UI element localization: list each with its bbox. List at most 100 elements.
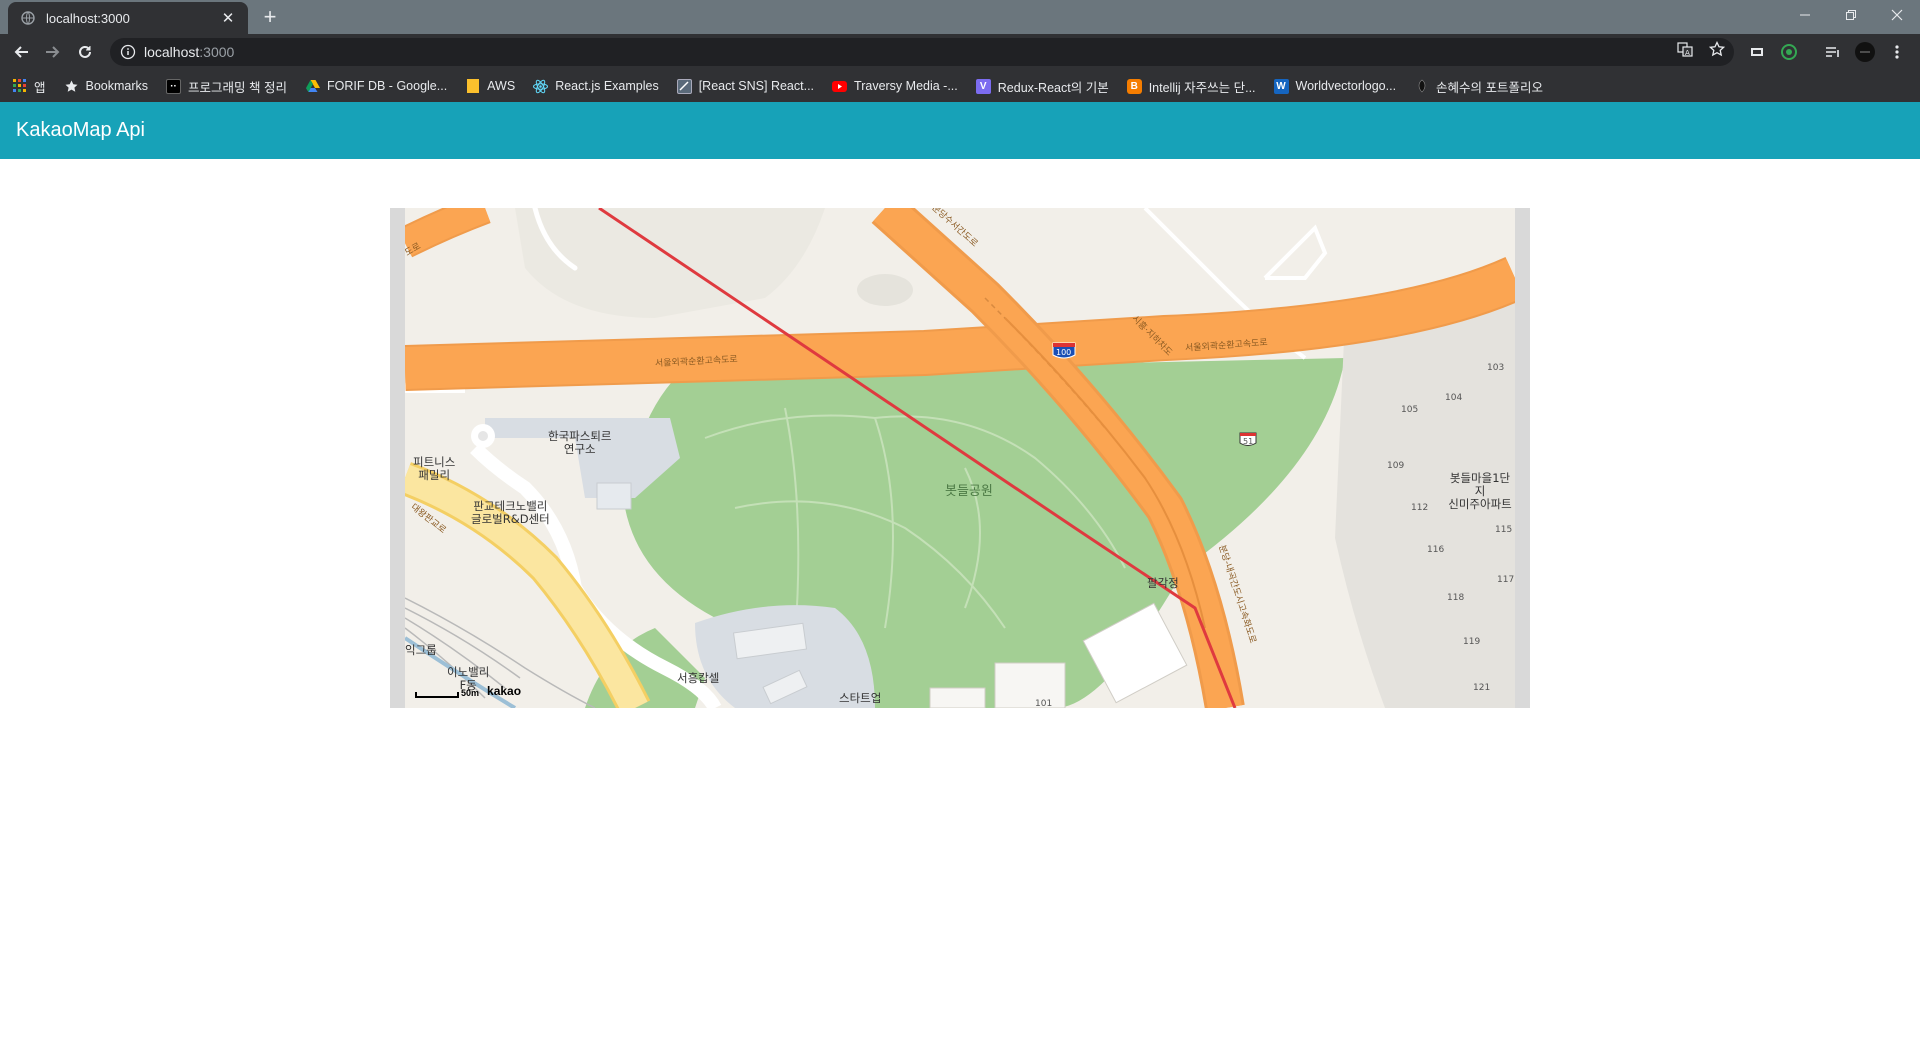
restore-icon[interactable]	[1828, 0, 1874, 30]
place-label-apartment[interactable]: 봇들마을1단지 신미주아파트	[1445, 472, 1515, 511]
bookmark-label: 손혜수의 포트폴리오	[1436, 80, 1544, 95]
bookmark-label: Worldvectorlogo...	[1295, 79, 1397, 93]
bookmark-apps[interactable]: 앱	[12, 77, 46, 96]
bookmark-react-examples[interactable]: React.js Examples	[533, 79, 659, 94]
place-label-pavilion[interactable]: 팔각정	[1147, 577, 1179, 590]
extension-green-icon[interactable]	[1778, 41, 1800, 63]
building-number: 117	[1497, 575, 1515, 585]
browser-toolbar: localhost :3000 A	[0, 34, 1920, 70]
bookmarks-bar: 앱 Bookmarks ·· 프로그래밍 책 정리 FORIF DB - Goo…	[0, 70, 1920, 102]
bookmark-label: 앱	[34, 80, 46, 95]
tab-title: localhost:3000	[46, 10, 130, 26]
bookmark-label: 프로그래밍 책 정리	[188, 80, 287, 95]
bookmark-label: AWS	[487, 79, 516, 93]
bookmark-bookmarks[interactable]: Bookmarks	[64, 79, 149, 94]
place-label-seoheung[interactable]: 서흥캅셀	[677, 672, 719, 685]
place-label-techno-valley[interactable]: 판교테크노밸리 글로벌R&D센터	[471, 500, 550, 526]
scale-distance: 50m	[461, 688, 480, 698]
scale-bar	[415, 692, 459, 698]
cast-icon[interactable]	[1746, 41, 1768, 63]
bookmark-label: React.js Examples	[555, 79, 659, 93]
bookmark-traversy[interactable]: Traversy Media -...	[832, 79, 958, 94]
map-container: 도로 서울외곽순환고속도로 서울외곽순환고속도로 시흥·지하차도 분당수서간도로…	[390, 208, 1530, 708]
notion-icon: ··	[166, 78, 182, 94]
velog-icon: V	[975, 78, 991, 94]
building-number: 116	[1427, 545, 1445, 555]
building-number: 105	[1401, 405, 1419, 415]
star-bookmark-icon[interactable]	[1708, 40, 1726, 58]
shield-number: 100	[1056, 348, 1072, 357]
navbar-brand[interactable]: KakaoMap Api	[16, 119, 145, 142]
kakao-logo[interactable]: kakao	[487, 684, 521, 698]
place-label-fitness[interactable]: 피트니스 패밀리	[413, 456, 455, 482]
bookmark-label: FORIF DB - Google...	[327, 79, 448, 93]
building	[596, 482, 632, 510]
bookmark-notion[interactable]: ·· 프로그래밍 책 정리	[166, 77, 287, 96]
translate-icon[interactable]: A	[1676, 40, 1694, 58]
roundabout-center	[478, 431, 488, 441]
google-drive-icon	[305, 79, 320, 94]
close-tab-icon[interactable]: ✕	[220, 10, 236, 27]
back-arrow-icon[interactable]	[8, 39, 34, 65]
place-label-park[interactable]: 봇들공원	[945, 485, 993, 498]
forward-arrow-icon[interactable]	[40, 39, 66, 65]
globe-icon	[20, 10, 36, 26]
apps-grid-icon	[12, 79, 27, 94]
building-number: 109	[1387, 461, 1405, 471]
bookmark-label: Bookmarks	[85, 79, 149, 93]
building-number: 112	[1411, 503, 1429, 513]
building	[929, 687, 986, 708]
react-icon	[533, 79, 549, 94]
w-logo-icon: W	[1273, 78, 1289, 94]
kebab-menu-icon[interactable]	[1886, 41, 1908, 63]
app-navbar: KakaoMap Api	[0, 102, 1920, 159]
info-icon[interactable]	[120, 44, 136, 60]
youtube-icon	[832, 79, 848, 94]
building-number: 103	[1487, 363, 1505, 373]
profile-avatar-icon[interactable]	[1854, 41, 1876, 63]
hill-area	[515, 208, 825, 318]
bookmark-label: Redux-React의 기본	[997, 80, 1109, 95]
media-queue-icon[interactable]	[1822, 41, 1844, 63]
bookmark-portfolio[interactable]: 손혜수의 포트폴리오	[1414, 77, 1543, 96]
svg-text:A: A	[1685, 49, 1690, 57]
expressway	[405, 208, 490, 256]
new-tab-button[interactable]: +	[258, 6, 282, 30]
place-label-startup[interactable]: 스타트업	[839, 692, 881, 705]
place-label-group[interactable]: 익그룹	[405, 644, 437, 657]
bookmark-worldvectorlogo[interactable]: W Worldvectorlogo...	[1273, 78, 1397, 94]
bookmark-react-sns[interactable]: [React SNS] React...	[676, 78, 815, 94]
building-number: 115	[1495, 525, 1513, 535]
leaf-icon	[1414, 79, 1429, 94]
address-bar[interactable]: localhost :3000	[110, 38, 1734, 66]
bookmark-forif-db[interactable]: FORIF DB - Google...	[305, 79, 447, 94]
bookmark-label: Intellij 자주쓰는 단...	[1148, 80, 1256, 95]
site-icon	[676, 78, 692, 94]
place-label-pasteur[interactable]: 한국파스퇴르 연구소	[548, 430, 611, 456]
tab-strip: localhost:3000 ✕ +	[0, 0, 1920, 34]
building-number: 118	[1447, 593, 1465, 603]
bookmark-aws[interactable]: AWS	[465, 79, 515, 94]
building-number: 121	[1473, 683, 1491, 693]
reload-icon[interactable]	[72, 39, 98, 65]
map-canvas	[405, 208, 1515, 708]
minimize-icon[interactable]	[1782, 0, 1828, 30]
map-scale: 50m kakao	[415, 684, 521, 698]
bookmark-label: Traversy Media -...	[854, 79, 958, 93]
bookmark-intellij[interactable]: B Intellij 자주쓰는 단...	[1126, 77, 1256, 96]
building-number: 104	[1445, 393, 1463, 403]
shield-number: 51	[1243, 437, 1254, 446]
kakao-map[interactable]: 도로 서울외곽순환고속도로 서울외곽순환고속도로 시흥·지하차도 분당수서간도로…	[405, 208, 1515, 708]
bookmark-redux-react[interactable]: V Redux-React의 기본	[975, 77, 1109, 96]
close-window-icon[interactable]	[1874, 0, 1920, 30]
bookmark-label: [React SNS] React...	[698, 79, 815, 93]
blogger-icon: B	[1126, 78, 1142, 94]
url-port: :3000	[199, 44, 235, 60]
building-number: 119	[1463, 637, 1481, 647]
browser-tab[interactable]: localhost:3000 ✕	[8, 2, 248, 34]
building-number: 101	[1035, 699, 1053, 708]
url-host: localhost	[144, 44, 200, 60]
folder-icon	[465, 79, 480, 94]
star-icon	[64, 79, 79, 94]
building	[994, 662, 1066, 708]
